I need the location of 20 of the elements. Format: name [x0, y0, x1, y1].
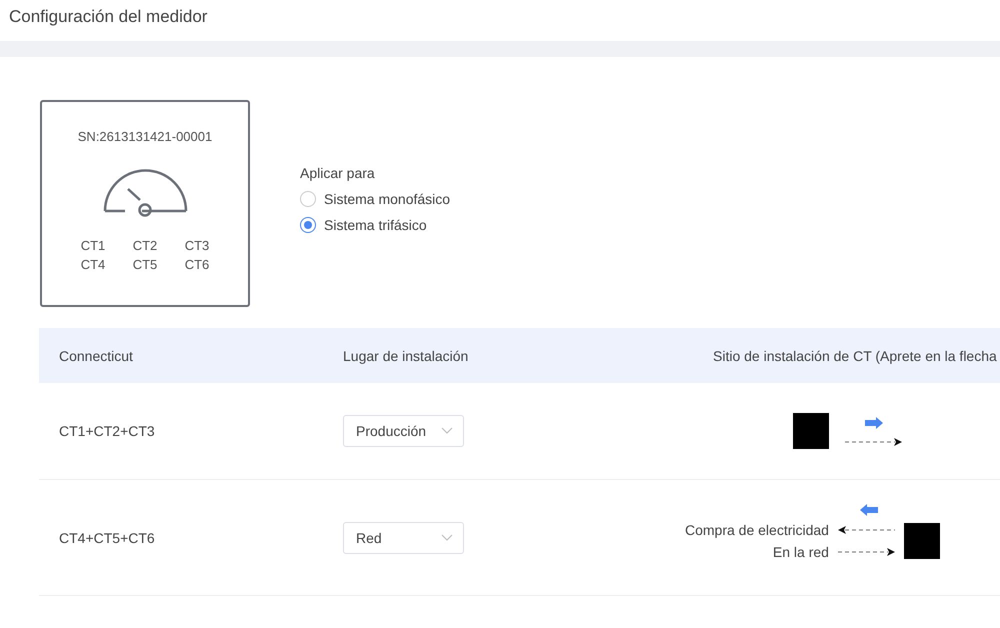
ct-label: CT1 — [80, 238, 106, 253]
ct-label: CT2 — [132, 238, 158, 253]
radio-label[interactable]: Sistema trifásico — [324, 217, 427, 233]
ct-label: CT4 — [80, 257, 106, 272]
ct-label: CT3 — [184, 238, 210, 253]
column-header: Sitio de instalación de CT (Aprete en la flecha — [712, 348, 998, 364]
radio-label[interactable]: Sistema monofásico — [324, 191, 450, 207]
page-title: Configuración del medidor — [8, 6, 208, 28]
location-dropdown[interactable]: Red — [343, 522, 464, 554]
serial-number: SN:2613131421-00001 — [78, 129, 212, 144]
location-dropdown[interactable]: Producción — [343, 415, 464, 447]
column-header: Connecticut — [58, 348, 134, 364]
apply-for-label: Aplicar para — [300, 165, 376, 181]
ct-label: CT6 — [184, 257, 210, 272]
flow-label: En la red — [772, 544, 829, 560]
column-header: Lugar de instalación — [343, 348, 470, 364]
table-cell-text: CT4+CT5+CT6 — [58, 530, 156, 546]
flow-label: Compra de electricidad — [685, 522, 829, 538]
ct-label: CT5 — [132, 257, 158, 272]
table-cell-text: CT1+CT2+CT3 — [58, 423, 156, 439]
